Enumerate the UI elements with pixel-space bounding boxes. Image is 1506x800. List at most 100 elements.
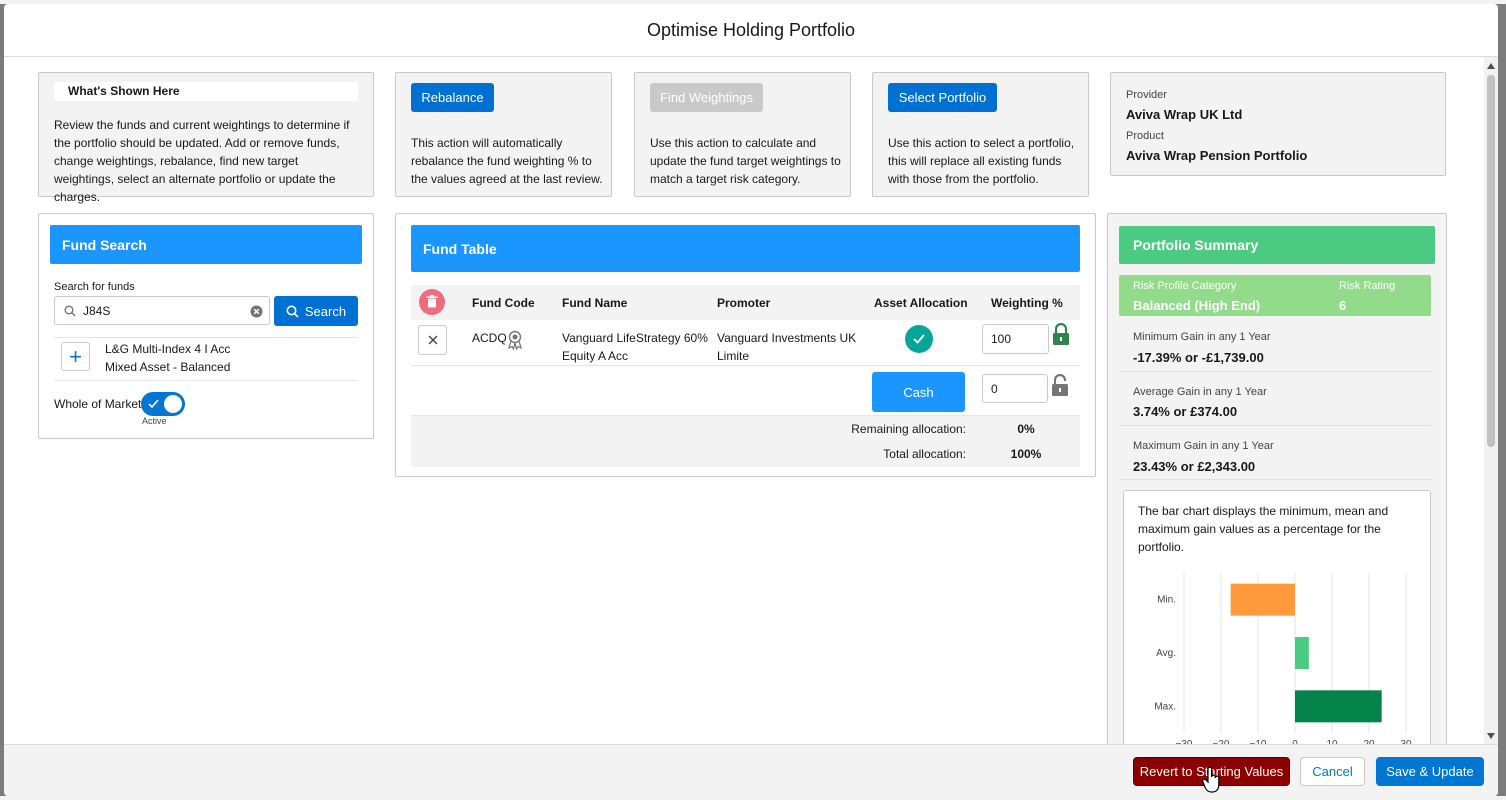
search-icon [64, 305, 76, 317]
summary-header: Portfolio Summary [1119, 226, 1435, 264]
scroll-down-icon[interactable] [1487, 733, 1495, 739]
whole-of-market-toggle[interactable] [141, 392, 185, 416]
weighting-value: 100 [991, 332, 1012, 346]
optimise-portfolio-modal: Optimise Holding Portfolio What's Shown … [4, 4, 1498, 796]
lock-icon[interactable] [1051, 323, 1071, 347]
fund-table-header: Fund Table [411, 225, 1080, 272]
rebalance-button[interactable]: Rebalance [411, 83, 494, 112]
find-weightings-card: Find Weightings Use this action to calcu… [634, 72, 851, 197]
min-gain-label: Minimum Gain in any 1 Year [1133, 331, 1271, 343]
modal-body: What's Shown Here Review the funds and c… [4, 57, 1498, 744]
allocation-status [905, 325, 933, 353]
search-label: Search for funds [54, 281, 135, 293]
search-input-value: J84S [83, 303, 111, 318]
toggle-state-label: Active [142, 416, 167, 426]
divider [1119, 371, 1431, 372]
add-fund-button[interactable]: + [61, 342, 90, 371]
check-icon [913, 334, 925, 344]
cancel-button[interactable]: Cancel [1300, 757, 1365, 786]
fund-search-card: Fund Search Search for funds J84S Search… [38, 213, 374, 439]
fund-name-line1[interactable]: Vanguard LifeStrategy 60% [562, 329, 708, 347]
risk-banner: Risk Profile Category Balanced (High End… [1119, 275, 1431, 316]
weighting-input[interactable]: 100 [982, 324, 1049, 354]
scrollbar[interactable] [1484, 57, 1498, 744]
max-gain-value: 23.43% or £2,343.00 [1133, 459, 1256, 474]
select-portfolio-text: Use this action to select a portfolio, t… [888, 136, 1075, 186]
max-gain-label: Maximum Gain in any 1 Year [1133, 440, 1274, 452]
product-value: Aviva Wrap Pension Portfolio [1126, 148, 1308, 163]
info-text: Review the funds and current weightings … [54, 118, 350, 204]
cash-weighting-input[interactable]: 0 [982, 374, 1048, 403]
search-button[interactable]: Search [274, 296, 358, 326]
modal-header: Optimise Holding Portfolio [4, 4, 1498, 57]
chart-bar-max [1295, 690, 1382, 723]
gain-bar-chart: −30−20−100102030Min.Avg.Max. [1154, 573, 1412, 744]
total-label: Total allocation: [883, 447, 966, 461]
avg-gain-label: Average Gain in any 1 Year [1133, 386, 1267, 398]
trash-icon [426, 295, 438, 308]
col-promoter: Promoter [717, 296, 771, 310]
remaining-value: 0% [1017, 422, 1035, 436]
provider-value: Aviva Wrap UK Ltd [1126, 107, 1243, 122]
find-weightings-button[interactable]: Find Weightings [650, 83, 763, 112]
scroll-thumb[interactable] [1487, 75, 1495, 447]
fund-name-line2[interactable]: Equity A Acc [562, 347, 628, 365]
toggle-knob [164, 395, 182, 413]
save-update-button[interactable]: Save & Update [1376, 757, 1484, 786]
rebalance-card: Rebalance This action will automatically… [395, 72, 612, 197]
promoter-line2: Limite [717, 349, 750, 363]
search-input[interactable]: J84S [54, 296, 270, 325]
clear-icon[interactable] [250, 305, 263, 318]
chart-category-label: Min. [1157, 595, 1176, 606]
result-fund-sector: Mixed Asset - Balanced [105, 360, 231, 374]
select-portfolio-button[interactable]: Select Portfolio [888, 83, 997, 112]
divider [411, 365, 1080, 366]
col-weighting: Weighting % [991, 296, 1063, 310]
chart-bar-min [1230, 583, 1295, 616]
divider [54, 337, 358, 338]
col-asset-allocation: Asset Allocation [874, 296, 968, 310]
unlock-icon[interactable] [1050, 374, 1070, 398]
award-icon [508, 330, 522, 350]
risk-rating-label: Risk Rating [1339, 280, 1396, 292]
result-fund-name[interactable]: L&G Multi-Index 4 I Acc [105, 340, 230, 358]
search-button-label: Search [304, 303, 347, 319]
delete-all-button[interactable] [419, 289, 445, 315]
rebalance-text: This action will automatically rebalance… [411, 136, 603, 186]
chart-bar-avg [1295, 637, 1309, 669]
remove-fund-button[interactable] [418, 325, 447, 355]
hand-cursor-icon [1202, 767, 1220, 793]
close-icon [428, 335, 438, 345]
risk-rating-value: 6 [1339, 298, 1347, 313]
fund-search-header: Fund Search [50, 225, 362, 264]
modal-title: Optimise Holding Portfolio [646, 19, 856, 40]
chart-category-label: Avg. [1156, 648, 1176, 659]
divider [54, 380, 358, 381]
col-fund-code: Fund Code [472, 296, 535, 310]
check-icon [148, 399, 159, 409]
total-value: 100% [1010, 447, 1042, 461]
whole-of-market-label: Whole of Market [54, 397, 142, 411]
cash-button[interactable]: Cash [872, 372, 965, 412]
product-label: Product [1126, 130, 1164, 142]
remaining-label: Remaining allocation: [851, 422, 966, 436]
fund-code: ACDQ [472, 331, 507, 345]
select-portfolio-card: Select Portfolio Use this action to sele… [872, 72, 1089, 197]
modal-footer: Revert to Starting Values Cancel Save & … [4, 744, 1498, 796]
chart-description: The bar chart displays the minimum, mean… [1138, 504, 1389, 554]
totals-area [411, 415, 1080, 467]
cash-weighting-value: 0 [991, 381, 998, 396]
chart-category-label: Max. [1154, 701, 1176, 712]
find-weightings-text: Use this action to calculate and update … [650, 136, 841, 186]
scroll-up-icon[interactable] [1487, 63, 1495, 69]
risk-category-value: Balanced (High End) [1133, 298, 1261, 313]
divider [1119, 479, 1431, 480]
portfolio-summary-card: Portfolio Summary Risk Profile Category … [1107, 213, 1447, 744]
col-fund-name: Fund Name [562, 296, 628, 310]
info-card: What's Shown Here Review the funds and c… [38, 72, 374, 204]
search-icon [286, 305, 299, 318]
avg-gain-value: 3.74% or £374.00 [1133, 404, 1238, 419]
provider-card: Provider Aviva Wrap UK Ltd Product Aviva… [1110, 72, 1446, 176]
provider-label: Provider [1126, 89, 1167, 101]
promoter-line1: Vanguard Investments UK [717, 331, 857, 345]
